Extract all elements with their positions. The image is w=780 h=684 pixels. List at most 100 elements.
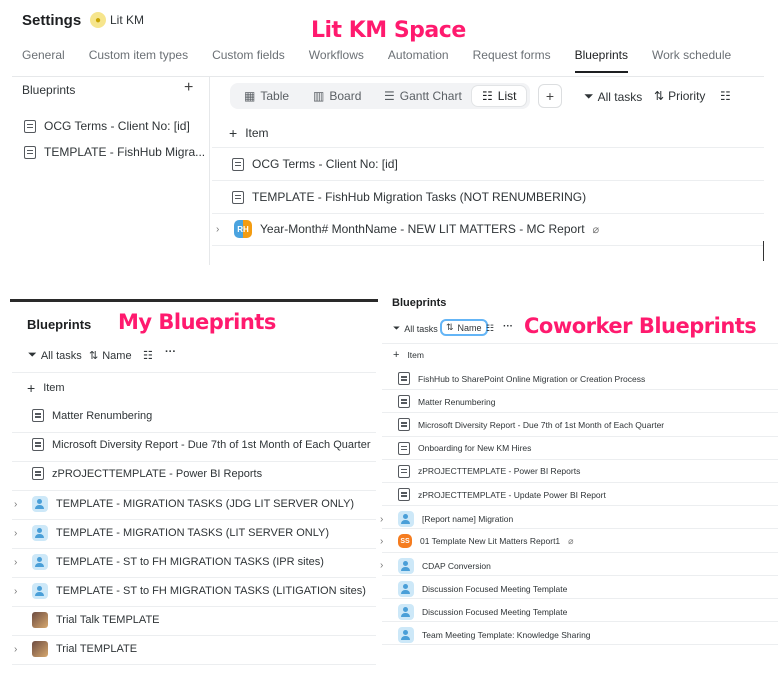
tab-workflows[interactable]: Workflows: [309, 48, 364, 73]
people-icon: [32, 583, 48, 599]
my-subtasks-toggle[interactable]: ☷: [143, 349, 153, 362]
row-divider: [382, 644, 778, 646]
plus-icon: +: [393, 349, 400, 361]
add-view-button[interactable]: +: [538, 84, 562, 108]
filter-icon: ⏷: [28, 349, 37, 361]
template-icon: [232, 190, 244, 204]
cw-sort-name[interactable]: ⇅ Name: [440, 319, 488, 336]
list-item[interactable]: › SS 01 Template New Lit Matters Report1 ⌀: [380, 534, 574, 549]
list-item[interactable]: › TEMPLATE - MIGRATION TASKS (LIT SERVER …: [14, 525, 329, 541]
checklist-icon: ☷: [143, 350, 153, 362]
sort-icon: ⇅: [89, 350, 99, 362]
row-divider: [382, 621, 778, 623]
my-filter-all-tasks[interactable]: ⏷ All tasks: [28, 349, 82, 362]
lightbulb-icon: ●: [90, 12, 106, 28]
list-item-label: zPROJECTTEMPLATE - Power BI Reports: [418, 466, 581, 477]
cw-subtasks-toggle[interactable]: ☷: [486, 323, 494, 334]
row-divider: [382, 343, 778, 344]
list-item[interactable]: ›Matter Renumbering: [380, 395, 495, 409]
list-item[interactable]: ›zPROJECTTEMPLATE - Power BI Reports: [14, 467, 262, 480]
paperclip-icon: ⌀: [592, 223, 600, 236]
filter-all-tasks[interactable]: ⏷ All tasks: [584, 89, 642, 104]
add-item-row[interactable]: + Item: [229, 125, 269, 141]
view-gantt-chart[interactable]: ☰ Gantt Chart: [384, 89, 462, 103]
sort-icon: ⇅: [446, 322, 454, 332]
list-item[interactable]: ›zPROJECTTEMPLATE - Update Power BI Repo…: [380, 488, 606, 501]
my-sort-name[interactable]: ⇅ Name: [89, 349, 132, 363]
sidebar-item-fishhub[interactable]: TEMPLATE - FishHub Migra...: [24, 145, 205, 159]
list-item-label: CDAP Conversion: [422, 560, 491, 571]
my-add-item-row[interactable]: + Item: [27, 380, 65, 396]
cw-filter-all-tasks[interactable]: ⏷ All tasks: [393, 323, 438, 334]
space-name: Lit KM: [110, 13, 145, 27]
sort-priority[interactable]: ⇅ Priority: [654, 89, 705, 103]
list-item[interactable]: ›Team Meeting Template: Knowledge Sharin…: [380, 627, 591, 644]
tab-custom-item-types[interactable]: Custom item types: [89, 48, 188, 73]
list-item[interactable]: ›Discussion Focused Meeting Template: [380, 604, 567, 620]
chevron-right-icon[interactable]: ›: [380, 514, 390, 525]
tab-work-schedule[interactable]: Work schedule: [652, 48, 731, 73]
template-icon: [232, 157, 244, 171]
list-item[interactable]: ›Microsoft Diversity Report - Due 7th of…: [14, 438, 371, 451]
view-table[interactable]: ▦ Table: [244, 89, 289, 103]
chevron-right-icon[interactable]: ›: [14, 586, 24, 597]
template-icon: [398, 395, 410, 409]
row-divider: [12, 372, 376, 373]
tab-automation[interactable]: Automation: [388, 48, 449, 73]
list-item-label: Onboarding for New KM Hires: [418, 443, 532, 454]
list-item[interactable]: ›Trial Talk TEMPLATE: [14, 612, 160, 628]
list-item-label: Team Meeting Template: Knowledge Sharing: [422, 630, 591, 641]
list-item[interactable]: › CDAP Conversion: [380, 557, 491, 574]
chevron-right-icon[interactable]: ›: [380, 536, 390, 547]
view-board[interactable]: ▥ Board: [313, 89, 361, 103]
row-divider: [12, 664, 376, 665]
list-item[interactable]: ›Onboarding for New KM Hires: [380, 441, 532, 455]
list-item[interactable]: ›zPROJECTTEMPLATE - Power BI Reports: [380, 464, 581, 478]
more-icon: ···: [165, 346, 176, 358]
template-icon: [32, 438, 44, 451]
list-item[interactable]: › RH Year-Month# MonthName - NEW LIT MAT…: [216, 220, 599, 238]
list-item[interactable]: › Trial TEMPLATE: [14, 641, 137, 657]
chevron-right-icon[interactable]: ›: [14, 557, 24, 568]
my-more-button[interactable]: ···: [165, 346, 176, 358]
tab-blueprints[interactable]: Blueprints: [574, 48, 629, 73]
sidebar-item-ocg-terms[interactable]: OCG Terms - Client No: [id]: [24, 119, 190, 133]
list-item[interactable]: › TEMPLATE - ST to FH MIGRATION TASKS (IP…: [14, 554, 324, 570]
people-icon: [398, 511, 414, 528]
chevron-right-icon[interactable]: ›: [14, 499, 24, 510]
list-item[interactable]: ›FishHub to SharePoint Online Migration …: [380, 372, 645, 385]
chevron-right-icon[interactable]: ›: [14, 528, 24, 539]
tab-custom-fields[interactable]: Custom fields: [212, 48, 285, 73]
list-item[interactable]: ›Matter Renumbering: [14, 409, 152, 422]
chevron-right-icon[interactable]: ›: [380, 560, 390, 571]
list-item[interactable]: TEMPLATE - FishHub Migration Tasks (NOT …: [232, 190, 586, 204]
list-item[interactable]: › TEMPLATE - MIGRATION TASKS (JDG LIT SER…: [14, 496, 354, 512]
add-blueprint-button[interactable]: +: [184, 79, 193, 97]
row-divider: [12, 577, 376, 578]
list-item[interactable]: OCG Terms - Client No: [id]: [232, 157, 398, 171]
row-divider: [382, 458, 778, 460]
list-item[interactable]: › [Report name] Migration: [380, 511, 513, 528]
row-divider: [382, 389, 778, 391]
list-item[interactable]: ›Microsoft Diversity Report - Due 7th of…: [380, 418, 664, 432]
paperclip-icon: ⌀: [568, 535, 574, 546]
subtasks-toggle[interactable]: ☷: [720, 89, 731, 103]
row-divider: [12, 635, 376, 636]
list-item-label: TEMPLATE - ST to FH MIGRATION TASKS (LIT…: [56, 585, 366, 597]
list-item-label: TEMPLATE - MIGRATION TASKS (JDG LIT SERV…: [56, 498, 355, 510]
space-chip[interactable]: ● Lit KM: [90, 12, 144, 28]
chevron-right-icon[interactable]: ›: [216, 224, 226, 235]
chevron-right-icon[interactable]: ›: [14, 644, 24, 655]
blueprints-sidebar: Blueprints +: [12, 77, 210, 265]
cw-more-button[interactable]: ···: [503, 321, 513, 332]
list-item-label: Discussion Focused Meeting Template: [422, 607, 568, 617]
tab-general[interactable]: General: [22, 48, 65, 73]
view-list[interactable]: ☷ List: [472, 86, 527, 106]
sort-icon: ⇅: [654, 89, 665, 103]
list-item[interactable]: ›Discussion Focused Meeting Template: [380, 580, 567, 597]
list-item[interactable]: › TEMPLATE - ST to FH MIGRATION TASKS (LI…: [14, 583, 366, 599]
cw-add-item-row[interactable]: + Item: [393, 349, 424, 361]
gantt-icon: ☰: [384, 89, 395, 103]
photo-icon: [32, 612, 48, 628]
tab-request-forms[interactable]: Request forms: [473, 48, 551, 73]
